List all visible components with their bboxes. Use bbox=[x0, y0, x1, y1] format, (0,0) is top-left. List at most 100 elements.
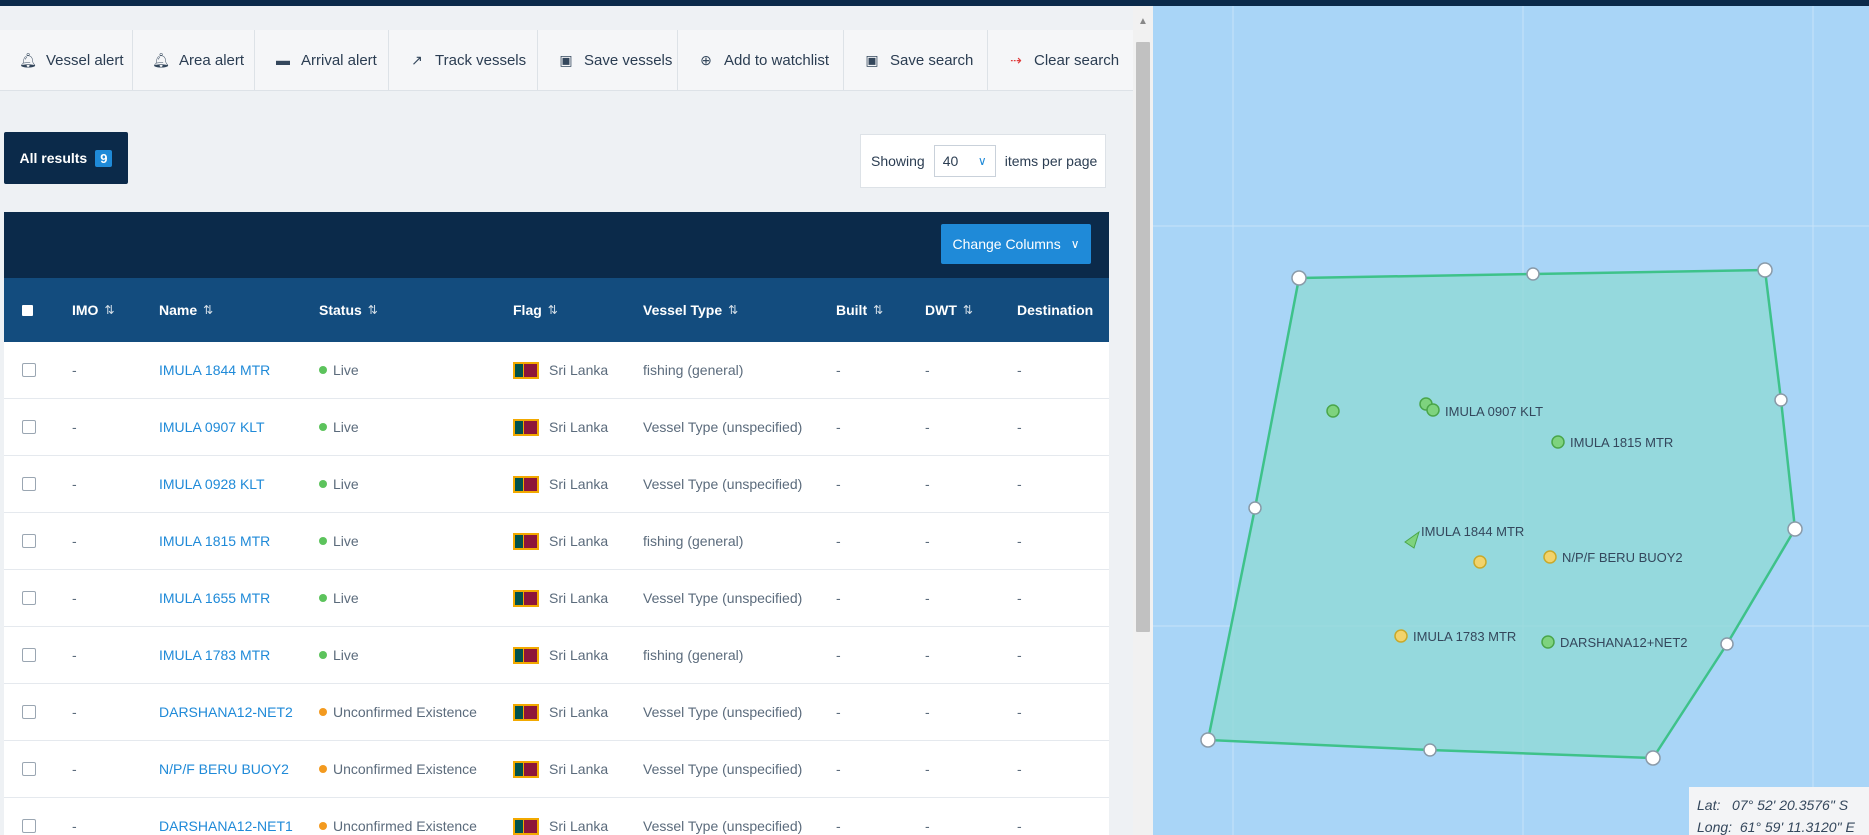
vessel-name-link[interactable]: IMULA 1783 MTR bbox=[159, 627, 270, 683]
column-label: Built bbox=[836, 302, 868, 318]
showing-label: Showing bbox=[871, 153, 925, 169]
polygon-vertex-handle[interactable] bbox=[1645, 750, 1661, 766]
select-all-checkbox[interactable] bbox=[22, 278, 33, 342]
dwt-cell: - bbox=[925, 818, 930, 834]
vessel-marker[interactable] bbox=[1543, 550, 1557, 564]
vessel-marker[interactable] bbox=[1541, 635, 1555, 649]
vessel-map-label: IMULA 1844 MTR bbox=[1421, 524, 1524, 539]
results-scrollbar[interactable]: ▲ bbox=[1133, 6, 1153, 835]
area-alert-button[interactable]: 🔔︎ Area alert bbox=[133, 30, 255, 90]
row-checkbox[interactable] bbox=[22, 819, 36, 833]
row-checkbox[interactable] bbox=[22, 363, 36, 377]
table-row[interactable]: - DARSHANA12-NET2 Unconfirmed Existence Sri… bbox=[4, 684, 1109, 741]
vessel-marker[interactable] bbox=[1426, 403, 1440, 417]
column-header-flag[interactable]: Flag ⇅ bbox=[513, 278, 558, 342]
table-row[interactable]: - IMULA 0907 KLT Live Sri Lanka Vessel Type … bbox=[4, 399, 1109, 456]
table-row[interactable]: - IMULA 1844 MTR Live Sri Lanka fishing (gen… bbox=[4, 342, 1109, 399]
column-header-vessel-type[interactable]: Vessel Type ⇅ bbox=[643, 278, 738, 342]
row-checkbox[interactable] bbox=[22, 762, 36, 776]
longitude-value: 61° 59' 11.3120" E bbox=[1739, 819, 1855, 835]
polygon-vertex-handle[interactable] bbox=[1291, 270, 1307, 286]
polygon-vertex-handle[interactable] bbox=[1757, 262, 1773, 278]
polygon-midpoint-handle[interactable] bbox=[1526, 267, 1540, 281]
vessel-alert-button[interactable]: 🔔︎ Vessel alert bbox=[0, 30, 133, 90]
row-checkbox[interactable] bbox=[22, 705, 36, 719]
change-columns-button[interactable]: Change Columns ∨ bbox=[941, 224, 1091, 264]
per-page-select[interactable]: 40 ∨ bbox=[933, 145, 996, 177]
map-canvas[interactable]: IMULA 0907 KLT IMULA 1815 MTR IMULA 1844… bbox=[1153, 6, 1869, 835]
clear-search-button[interactable]: ⇢ Clear search bbox=[988, 30, 1133, 90]
vessel-marker[interactable] bbox=[1394, 629, 1408, 643]
vessel-name-link[interactable]: IMULA 0907 KLT bbox=[159, 399, 265, 455]
row-checkbox[interactable] bbox=[22, 648, 36, 662]
vessel-name-link[interactable]: DARSHANA12-NET2 bbox=[159, 684, 293, 740]
polygon-midpoint-handle[interactable] bbox=[1423, 743, 1437, 757]
column-header-imo[interactable]: IMO ⇅ bbox=[72, 278, 115, 342]
bell-icon: 🔔︎ bbox=[152, 51, 170, 68]
polygon-midpoint-handle[interactable] bbox=[1720, 637, 1734, 651]
status-text: Live bbox=[333, 362, 359, 378]
status-dot-icon bbox=[319, 822, 327, 830]
flag-country: Sri Lanka bbox=[549, 647, 609, 663]
arrival-alert-button[interactable]: ▬ Arrival alert bbox=[255, 30, 389, 90]
built-cell: - bbox=[836, 533, 841, 549]
track-vessels-label: Track vessels bbox=[435, 51, 527, 69]
polygon-vertex-handle[interactable] bbox=[1200, 732, 1216, 748]
sri-lanka-flag-icon bbox=[513, 646, 539, 664]
vessel-name-link[interactable]: IMULA 1844 MTR bbox=[159, 342, 270, 398]
row-select-cell bbox=[22, 570, 36, 626]
column-header-status[interactable]: Status ⇅ bbox=[319, 278, 378, 342]
save-search-label: Save search bbox=[890, 51, 974, 69]
vessel-name-link[interactable]: N/P/F BERU BUOY2 bbox=[159, 741, 289, 797]
table-row[interactable]: - IMULA 1655 MTR Live Sri Lanka Vessel Type … bbox=[4, 570, 1109, 627]
vessel-marker[interactable] bbox=[1326, 404, 1340, 418]
polygon-vertex-handle[interactable] bbox=[1787, 521, 1803, 537]
table-row[interactable]: - N/P/F BERU BUOY2 Unconfirmed Existence Sr… bbox=[4, 741, 1109, 798]
add-to-watchlist-button[interactable]: ⊕ Add to watchlist bbox=[678, 30, 844, 90]
table-row[interactable]: - IMULA 0928 KLT Live Sri Lanka Vessel Type … bbox=[4, 456, 1109, 513]
save-vessels-button[interactable]: ▣ Save vessels bbox=[538, 30, 678, 90]
table-row[interactable]: - IMULA 1783 MTR Live Sri Lanka fishing (gen… bbox=[4, 627, 1109, 684]
row-checkbox[interactable] bbox=[22, 477, 36, 491]
scrollbar-thumb[interactable] bbox=[1136, 42, 1150, 632]
row-select-cell bbox=[22, 399, 36, 455]
vessel-name-link[interactable]: DARSHANA12-NET1 bbox=[159, 798, 293, 835]
flag-cell: Sri Lanka bbox=[513, 513, 608, 569]
vessel-name-link[interactable]: IMULA 0928 KLT bbox=[159, 456, 265, 512]
all-results-tab[interactable]: All results 9 bbox=[4, 132, 128, 184]
table-row[interactable]: - DARSHANA12-NET1 Unconfirmed Existence Sri… bbox=[4, 798, 1109, 835]
column-header-destination[interactable]: Destination bbox=[1017, 278, 1093, 342]
sort-icon: ⇅ bbox=[203, 303, 214, 317]
vessel-name-link[interactable]: IMULA 1815 MTR bbox=[159, 513, 270, 569]
column-header-dwt[interactable]: DWT ⇅ bbox=[925, 278, 973, 342]
map-view[interactable]: IMULA 0907 KLT IMULA 1815 MTR IMULA 1844… bbox=[1153, 6, 1869, 835]
save-search-button[interactable]: ▣ Save search bbox=[844, 30, 988, 90]
polygon-midpoint-handle[interactable] bbox=[1248, 501, 1262, 515]
status-cell: Live bbox=[319, 399, 359, 455]
imo-cell: - bbox=[72, 761, 77, 777]
vessel-map-label: IMULA 1815 MTR bbox=[1570, 435, 1673, 450]
row-checkbox[interactable] bbox=[22, 534, 36, 548]
row-checkbox[interactable] bbox=[22, 591, 36, 605]
table-row[interactable]: - IMULA 1815 MTR Live Sri Lanka fishing (gen… bbox=[4, 513, 1109, 570]
vessel-marker[interactable] bbox=[1551, 435, 1565, 449]
area-alert-polygon[interactable] bbox=[1206, 268, 1797, 760]
results-panel: 🔔︎ Vessel alert 🔔︎ Area alert ▬ Arrival … bbox=[0, 6, 1133, 835]
scroll-up-arrow-icon[interactable]: ▲ bbox=[1133, 16, 1153, 27]
vessel-marker[interactable] bbox=[1473, 555, 1487, 569]
sri-lanka-flag-icon bbox=[513, 760, 539, 778]
sort-icon: ⇅ bbox=[873, 303, 884, 317]
bell-icon: 🔔︎ bbox=[19, 51, 37, 68]
vessel-name-link[interactable]: IMULA 1655 MTR bbox=[159, 570, 270, 626]
status-dot-icon bbox=[319, 594, 327, 602]
status-text: Unconfirmed Existence bbox=[333, 704, 477, 720]
flag-country: Sri Lanka bbox=[549, 476, 609, 492]
column-header-name[interactable]: Name ⇅ bbox=[159, 278, 213, 342]
column-header-built[interactable]: Built ⇅ bbox=[836, 278, 883, 342]
imo-cell: - bbox=[72, 419, 77, 435]
track-vessels-button[interactable]: ↗ Track vessels bbox=[389, 30, 538, 90]
flag-cell: Sri Lanka bbox=[513, 684, 608, 740]
row-checkbox[interactable] bbox=[22, 420, 36, 434]
destination-cell: - bbox=[1017, 590, 1022, 606]
polygon-midpoint-handle[interactable] bbox=[1774, 393, 1788, 407]
